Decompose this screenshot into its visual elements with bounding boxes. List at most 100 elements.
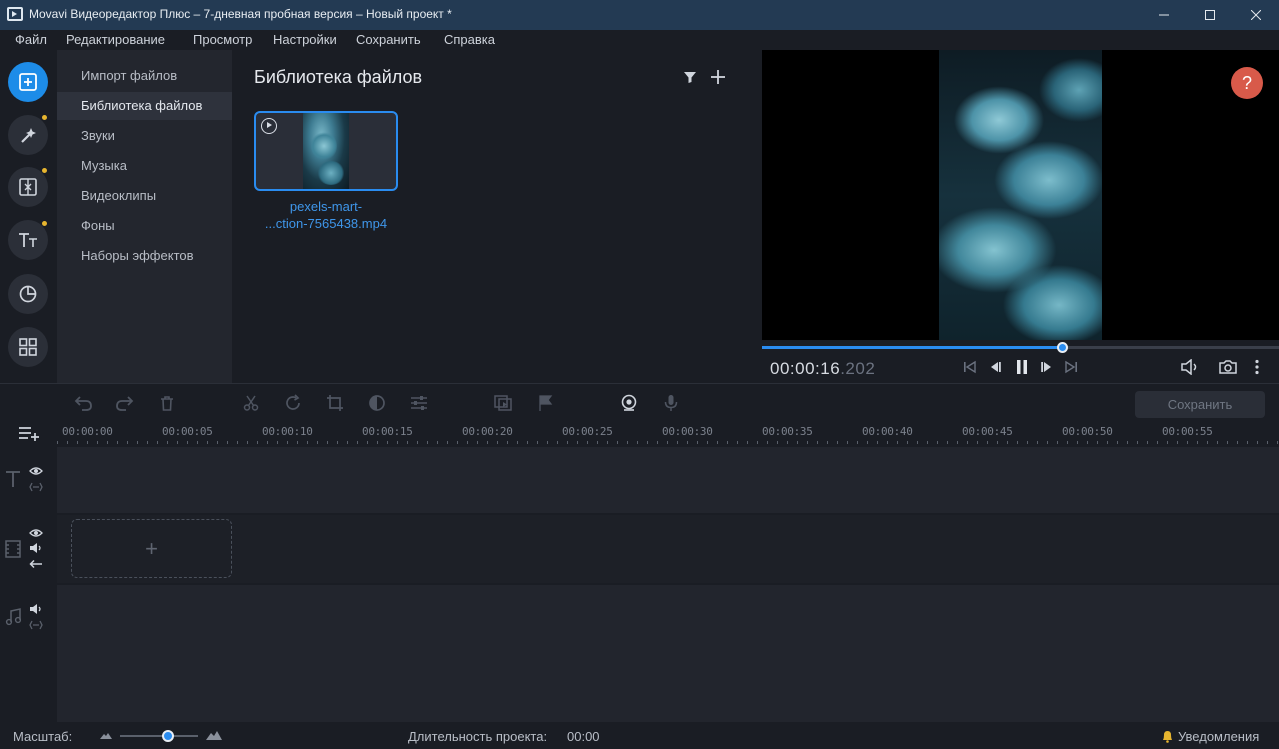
media-thumbnail[interactable] [254,111,398,191]
zoom-out-button[interactable] [100,731,112,739]
rail-stickers-button[interactable] [8,274,48,314]
ruler-tick: 00:00:40 [862,425,913,438]
delete-button[interactable] [156,392,178,414]
transition-wizard-icon [494,395,512,411]
title-track[interactable] [57,447,1279,513]
add-track-icon [19,427,39,441]
play-icon[interactable] [261,118,277,134]
app-logo-icon [7,7,23,21]
rail-filters-button[interactable] [8,115,48,155]
media-filename-line2[interactable]: ...ction-7565438.mp4 [246,216,406,231]
ruler-tick: 00:00:15 [362,425,413,438]
category-sounds[interactable]: Звуки [57,122,232,150]
category-backgrounds[interactable]: Фоны [57,212,232,240]
go-to-end-button[interactable] [1064,360,1078,374]
close-button[interactable] [1233,0,1279,30]
snapshot-button[interactable] [1219,359,1237,375]
timeline-ruler[interactable]: 00:00:00 00:00:05 00:00:10 00:00:15 00:0… [57,422,1279,446]
seek-handle[interactable] [1056,342,1068,353]
project-duration-label: Длительность проекта: [408,729,548,744]
stickers-icon [19,285,37,303]
notifications-button[interactable] [1161,729,1174,743]
maximize-icon [1205,10,1215,20]
ruler-tick: 00:00:30 [662,425,713,438]
zoom-label: Масштаб: [13,729,73,744]
rail-titles-button[interactable] [8,220,48,260]
add-track-button[interactable] [18,425,40,441]
minimize-icon [1159,14,1169,16]
skip-end-icon [1065,360,1077,374]
category-music[interactable]: Музыка [57,152,232,180]
category-video-clips[interactable]: Видеоклипы [57,182,232,210]
color-adjust-button[interactable] [366,392,388,414]
cut-button[interactable] [240,392,262,414]
audio-track-link-toggle[interactable] [29,620,43,630]
transition-wizard-button[interactable] [492,392,514,414]
add-media-dropzone[interactable]: + [71,519,232,578]
step-back-icon [991,362,1001,372]
marker-button[interactable] [534,392,556,414]
zoom-slider[interactable] [120,735,198,737]
category-effect-packs[interactable]: Наборы эффектов [57,242,232,270]
video-track-icon [5,540,21,558]
skip-start-icon [964,360,976,374]
crop-button[interactable] [324,392,346,414]
scissors-icon [243,395,259,411]
mountain-large-icon [206,731,222,740]
menu-settings[interactable]: Настройки [273,32,337,47]
redo-button[interactable] [114,392,136,414]
ruler-tick: 00:00:20 [462,425,513,438]
audio-track[interactable] [57,585,1279,722]
zoom-in-button[interactable] [206,730,222,740]
rail-transitions-button[interactable] [8,167,48,207]
color-adjust-icon [369,395,385,411]
import-categories: Импорт файлов Библиотека файлов Звуки Му… [57,50,232,384]
add-file-button[interactable] [710,69,726,85]
notifications-label[interactable]: Уведомления [1178,729,1259,744]
media-filename-line1[interactable]: pexels-mart- [246,199,406,214]
rotate-button[interactable] [282,392,304,414]
ruler-tick: 00:00:25 [562,425,613,438]
rail-import-button[interactable] [8,62,48,102]
pause-button[interactable] [1015,359,1029,375]
video-track[interactable] [57,515,1279,583]
video-track-link-toggle[interactable] [29,559,43,569]
minimize-button[interactable] [1141,0,1187,30]
voice-record-button[interactable] [660,392,682,414]
speaker-icon [30,543,41,553]
rail-more-button[interactable] [8,327,48,367]
menu-view[interactable]: Просмотр [193,32,252,47]
previous-frame-button[interactable] [988,360,1002,374]
help-button[interactable]: ? [1231,67,1263,99]
menu-file[interactable]: Файл [15,32,47,47]
transitions-icon [19,178,37,196]
maximize-button[interactable] [1187,0,1233,30]
undo-button[interactable] [72,392,94,414]
category-file-library[interactable]: Библиотека файлов [57,92,232,120]
category-import-files[interactable]: Импорт файлов [57,62,232,90]
magic-wand-icon [21,128,36,143]
export-save-button[interactable]: Сохранить [1135,391,1265,418]
arrow-left-icon [29,559,42,569]
video-track-visibility-toggle[interactable] [29,528,43,538]
more-options-button[interactable] [1254,359,1260,375]
eye-icon [29,529,43,537]
audio-track-mute-toggle[interactable] [29,604,43,614]
zoom-slider-handle[interactable] [162,730,175,742]
go-to-start-button[interactable] [963,360,977,374]
speaker-icon [30,604,41,614]
webcam-record-button[interactable] [618,392,640,414]
clip-properties-button[interactable] [408,392,430,414]
file-library: Библиотека файлов pexels-mart- ...ction-… [232,50,761,384]
menu-help[interactable]: Справка [444,32,495,47]
title-track-visibility-toggle[interactable] [29,466,43,476]
next-frame-button[interactable] [1040,360,1054,374]
menu-save[interactable]: Сохранить [356,32,421,47]
filter-button[interactable] [683,70,697,84]
title-track-link-toggle[interactable] [29,482,43,492]
camera-icon [1219,360,1237,374]
volume-button[interactable] [1180,359,1200,375]
ruler-tick: 00:00:00 [62,425,113,438]
video-track-mute-toggle[interactable] [29,543,43,553]
menu-edit[interactable]: Редактирование [66,32,165,47]
